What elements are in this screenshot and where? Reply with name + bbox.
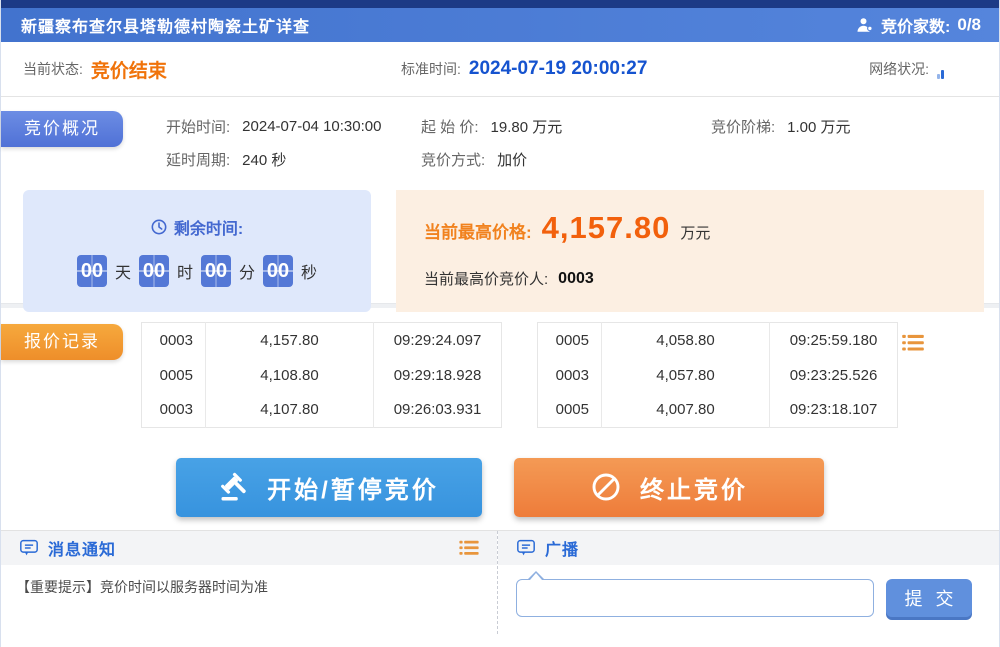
message-list-icon[interactable] — [459, 540, 479, 556]
bidders-count: 0/8 — [957, 15, 981, 35]
status-label: 当前状态: — [23, 59, 83, 79]
unit-hour: 时 — [177, 259, 193, 283]
broadcast-panel: 广播 提 交 — [498, 531, 999, 634]
table-row: 0003 4,057.80 09:23:25.526 — [538, 358, 898, 393]
field-bid-step: 竞价阶梯: 1.00 万元 — [711, 116, 851, 137]
broadcast-panel-header: 广播 — [498, 531, 999, 565]
field-start-price: 起 始 价: 19.80 万元 — [421, 116, 711, 137]
page-title: 新疆察布查尔县塔勒德村陶瓷土矿详查 — [21, 13, 310, 37]
bid-records-table-left: 0003 4,157.80 09:29:24.097 0005 4,108.80… — [141, 322, 502, 428]
bidders-icon — [856, 16, 874, 34]
standard-time: 标准时间: 2024-07-19 20:00:27 — [401, 58, 647, 80]
broadcast-input-wrap — [516, 579, 874, 617]
bottom-panels: 消息通知 【重要提示】竞价时间以服务器时间为准 广播 — [1, 530, 999, 634]
table-row: 0003 4,107.80 09:26:03.931 — [142, 393, 502, 428]
network-label: 网络状况: — [869, 59, 929, 79]
countdown-label: 剩余时间: — [174, 215, 243, 239]
important-notice: 【重要提示】竞价时间以服务器时间为准 — [1, 565, 497, 609]
countdown-minutes: 00 — [201, 255, 231, 287]
message-bubble-icon — [19, 539, 39, 557]
countdown-days: 00 — [77, 255, 107, 287]
title-bar: 新疆察布查尔县塔勒德村陶瓷土矿详查 竞价家数: 0/8 — [1, 8, 999, 42]
table-row: 0005 4,058.80 09:25:59.180 — [538, 323, 898, 358]
clock-icon — [151, 219, 167, 235]
highest-bidder-value: 0003 — [558, 270, 594, 288]
current-status: 当前状态: 竞价结束 — [23, 56, 167, 83]
unit-day: 天 — [115, 259, 131, 283]
bid-records-section: 报价记录 0003 4,157.80 09:29:24.097 0005 4,1… — [1, 308, 999, 440]
unit-sec: 秒 — [301, 259, 317, 283]
countdown-digits: 00 天 00 时 00 分 00 秒 — [77, 255, 317, 287]
time-label: 标准时间: — [401, 59, 461, 79]
broadcast-input[interactable] — [516, 579, 874, 617]
countdown-title: 剩余时间: — [151, 215, 243, 239]
overview-info-grid: 开始时间: 2024-07-04 10:30:00 起 始 价: 19.80 万… — [166, 110, 989, 176]
highest-price-panel: 当前最高价格: 4,157.80 万元 当前最高价竞价人: 0003 — [396, 190, 984, 312]
message-panel-title: 消息通知 — [48, 536, 116, 560]
tab-bid-records: 报价记录 — [1, 324, 123, 360]
message-panel-header: 消息通知 — [1, 531, 497, 565]
start-pause-bid-button[interactable]: 开始/暂停竞价 — [176, 458, 482, 517]
submit-button[interactable]: 提 交 — [886, 579, 972, 617]
gavel-icon — [219, 472, 249, 502]
countdown-seconds: 00 — [263, 255, 293, 287]
countdown-panel: 剩余时间: 00 天 00 时 00 分 00 秒 — [23, 190, 371, 312]
start-pause-bid-label: 开始/暂停竞价 — [267, 470, 439, 505]
message-panel: 消息通知 【重要提示】竞价时间以服务器时间为准 — [1, 531, 498, 634]
status-bar: 当前状态: 竞价结束 标准时间: 2024-07-19 20:00:27 网络状… — [1, 42, 999, 97]
bidders-label: 竞价家数: — [881, 13, 950, 37]
terminate-bid-button[interactable]: 终止竞价 — [514, 458, 824, 517]
table-row: 0005 4,108.80 09:29:18.928 — [142, 358, 502, 393]
highest-price-value: 4,157.80 — [542, 210, 671, 246]
field-delay-cycle: 延时周期: 240 秒 — [166, 149, 421, 170]
tab-auction-overview: 竞价概况 — [1, 111, 123, 147]
countdown-hours: 00 — [139, 255, 169, 287]
highest-price-unit: 万元 — [680, 222, 710, 243]
prohibit-icon — [590, 471, 622, 503]
table-row: 0003 4,157.80 09:29:24.097 — [142, 323, 502, 358]
broadcast-panel-title: 广播 — [545, 536, 579, 560]
time-value: 2024-07-19 20:00:27 — [469, 58, 648, 80]
bidders-counter: 竞价家数: 0/8 — [856, 13, 981, 37]
action-buttons: 开始/暂停竞价 终止竞价 — [1, 440, 999, 530]
highest-bidder-label: 当前最高价竞价人: — [424, 268, 548, 289]
network-status: 网络状况: — [869, 59, 944, 79]
unit-min: 分 — [239, 259, 255, 283]
terminate-bid-label: 终止竞价 — [640, 470, 748, 505]
bid-records-table-right: 0005 4,058.80 09:25:59.180 0003 4,057.80… — [537, 322, 898, 428]
field-bid-mode: 竞价方式: 加价 — [421, 149, 527, 170]
signal-icon — [937, 67, 944, 79]
auction-overview-section: 竞价概况 开始时间: 2024-07-04 10:30:00 起 始 价: 19… — [1, 97, 999, 303]
records-list-icon[interactable] — [902, 334, 924, 352]
broadcast-bubble-icon — [516, 539, 536, 557]
top-strip — [1, 0, 999, 8]
status-value: 竞价结束 — [91, 56, 167, 83]
highest-price-label: 当前最高价格: — [424, 218, 532, 243]
field-start-time: 开始时间: 2024-07-04 10:30:00 — [166, 116, 421, 137]
table-row: 0005 4,007.80 09:23:18.107 — [538, 393, 898, 428]
